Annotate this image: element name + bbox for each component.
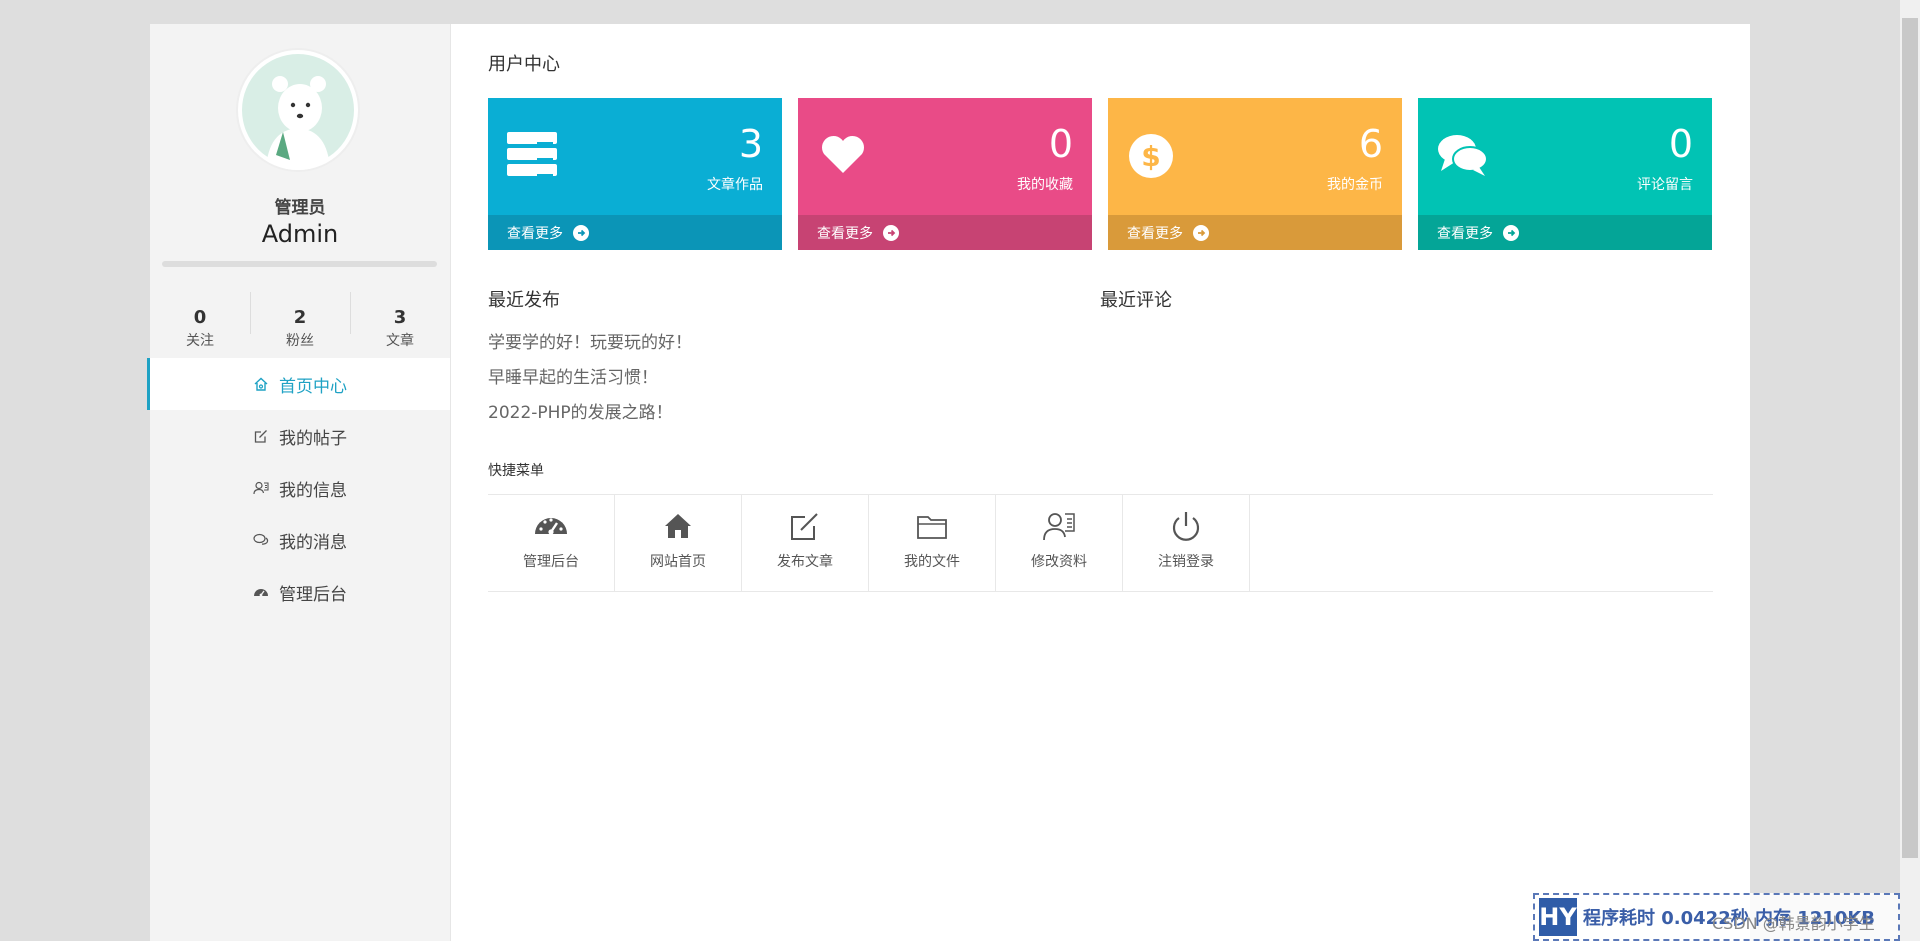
coin-icon: $ [1129, 134, 1173, 178]
svg-text:$: $ [1141, 140, 1160, 173]
card-comments: 0 评论留言 查看更多 [1418, 98, 1712, 250]
card-label: 我的收藏 [1017, 177, 1073, 193]
server-icon [507, 132, 557, 177]
view-more-button[interactable]: 查看更多 [1108, 215, 1402, 250]
view-more-button[interactable]: 查看更多 [798, 215, 1092, 250]
card-coins: $ 6 我的金币 查看更多 [1108, 98, 1402, 250]
sidebar-item-label: 我的信息 [279, 480, 347, 501]
dashboard-icon [535, 518, 567, 535]
card-label: 评论留言 [1637, 177, 1693, 193]
page-container: 管理员 Admin 0 关注 2 粉丝 3 文章 首页中心 我的帖子 我的信息 … [147, 24, 1750, 941]
sidebar-nav: 首页中心 我的帖子 我的信息 我的消息 管理后台 [147, 358, 450, 618]
recent-comments-title: 最近评论 [1100, 290, 1172, 311]
card-number: 6 [1358, 122, 1383, 166]
quick-menu: 管理后台 网站首页 发布文章 我的文件 修改资料 注销登录 [488, 494, 1713, 592]
quick-item-label: 注销登录 [1158, 554, 1214, 570]
card-label: 我的金币 [1327, 177, 1383, 193]
folder-icon [917, 516, 947, 539]
quick-item-files[interactable]: 我的文件 [869, 495, 996, 591]
recent-posts-list: 学要学的好！玩要玩的好！ 早睡早起的生活习惯！ 2022-PHP的发展之路！ [488, 326, 692, 431]
sidebar: 管理员 Admin 0 关注 2 粉丝 3 文章 首页中心 我的帖子 我的信息 … [147, 24, 451, 941]
sidebar-item-posts[interactable]: 我的帖子 [150, 410, 450, 462]
user-card-icon [1043, 513, 1075, 541]
profile-progress-bar [162, 261, 437, 267]
quick-item-label: 修改资料 [1031, 554, 1087, 570]
sidebar-item-label: 首页中心 [279, 376, 347, 397]
view-more-button[interactable]: 查看更多 [1418, 215, 1712, 250]
card-favorites: 0 我的收藏 查看更多 [798, 98, 1092, 250]
sidebar-item-label: 管理后台 [279, 584, 347, 605]
stat-number: 0 [193, 307, 207, 328]
card-articles: 3 文章作品 查看更多 [488, 98, 782, 250]
chat-icon [253, 532, 269, 548]
stat-label: 关注 [186, 333, 214, 349]
quick-item-logout[interactable]: 注销登录 [1123, 495, 1250, 591]
sidebar-item-label: 我的消息 [279, 532, 347, 553]
sidebar-item-messages[interactable]: 我的消息 [150, 514, 450, 566]
edit-icon [791, 513, 818, 540]
recent-post-link[interactable]: 学要学的好！玩要玩的好！ [488, 326, 692, 361]
dashboard-icon [253, 584, 269, 600]
quick-item-admin[interactable]: 管理后台 [488, 495, 615, 591]
sidebar-item-admin[interactable]: 管理后台 [150, 566, 450, 618]
view-more-label: 查看更多 [1127, 225, 1183, 242]
home-icon [253, 376, 269, 392]
stat-fans[interactable]: 2 粉丝 [250, 284, 350, 354]
user-name: Admin [261, 220, 339, 248]
page-title: 用户中心 [488, 54, 560, 75]
view-more-button[interactable]: 查看更多 [488, 215, 782, 250]
card-number: 0 [1668, 122, 1693, 166]
recent-post-link[interactable]: 早睡早起的生活习惯！ [488, 361, 692, 396]
quick-item-label: 网站首页 [650, 554, 706, 570]
quick-item-label: 管理后台 [523, 554, 579, 570]
stat-label: 文章 [386, 333, 414, 349]
stat-number: 3 [393, 307, 407, 328]
user-card-icon [253, 480, 269, 496]
user-role: 管理员 [274, 198, 326, 218]
sidebar-item-label: 我的帖子 [279, 428, 347, 449]
sidebar-item-info[interactable]: 我的信息 [150, 462, 450, 514]
hy-logo: HY [1539, 898, 1577, 936]
card-label: 文章作品 [707, 177, 763, 193]
sidebar-item-home[interactable]: 首页中心 [147, 358, 450, 410]
stat-number: 2 [293, 307, 307, 328]
edit-icon [253, 428, 269, 444]
quick-item-site-home[interactable]: 网站首页 [615, 495, 742, 591]
user-stats: 0 关注 2 粉丝 3 文章 [150, 284, 450, 354]
arrow-right-icon [1503, 224, 1519, 241]
arrow-right-icon [573, 224, 589, 241]
arrow-right-icon [883, 224, 899, 241]
quick-item-publish[interactable]: 发布文章 [742, 495, 869, 591]
card-number: 3 [738, 122, 763, 166]
quick-item-profile[interactable]: 修改资料 [996, 495, 1123, 591]
comments-icon [1438, 135, 1488, 176]
avatar[interactable] [238, 50, 358, 170]
quick-menu-title: 快捷菜单 [488, 463, 544, 479]
scrollbar[interactable] [1900, 0, 1920, 941]
csdn-watermark: CSDN @韩景韵小学生 [1712, 914, 1875, 933]
recent-post-link[interactable]: 2022-PHP的发展之路！ [488, 396, 692, 431]
arrow-right-icon [1193, 224, 1209, 241]
scrollbar-thumb[interactable] [1902, 18, 1918, 858]
recent-posts-title: 最近发布 [488, 290, 560, 311]
stat-articles[interactable]: 3 文章 [350, 284, 450, 354]
home-icon [665, 514, 691, 538]
card-number: 0 [1048, 122, 1073, 166]
quick-item-label: 我的文件 [904, 554, 960, 570]
view-more-label: 查看更多 [507, 225, 563, 242]
stat-cards: 3 文章作品 查看更多 0 我的收藏 查看更多 $ 6 我的金币 查看更多 0 … [488, 98, 1713, 250]
quick-item-label: 发布文章 [777, 554, 833, 570]
power-icon [1172, 512, 1200, 541]
stat-label: 粉丝 [286, 333, 314, 349]
stat-following[interactable]: 0 关注 [150, 284, 250, 354]
view-more-label: 查看更多 [1437, 225, 1493, 242]
heart-icon [821, 135, 865, 173]
view-more-label: 查看更多 [817, 225, 873, 242]
